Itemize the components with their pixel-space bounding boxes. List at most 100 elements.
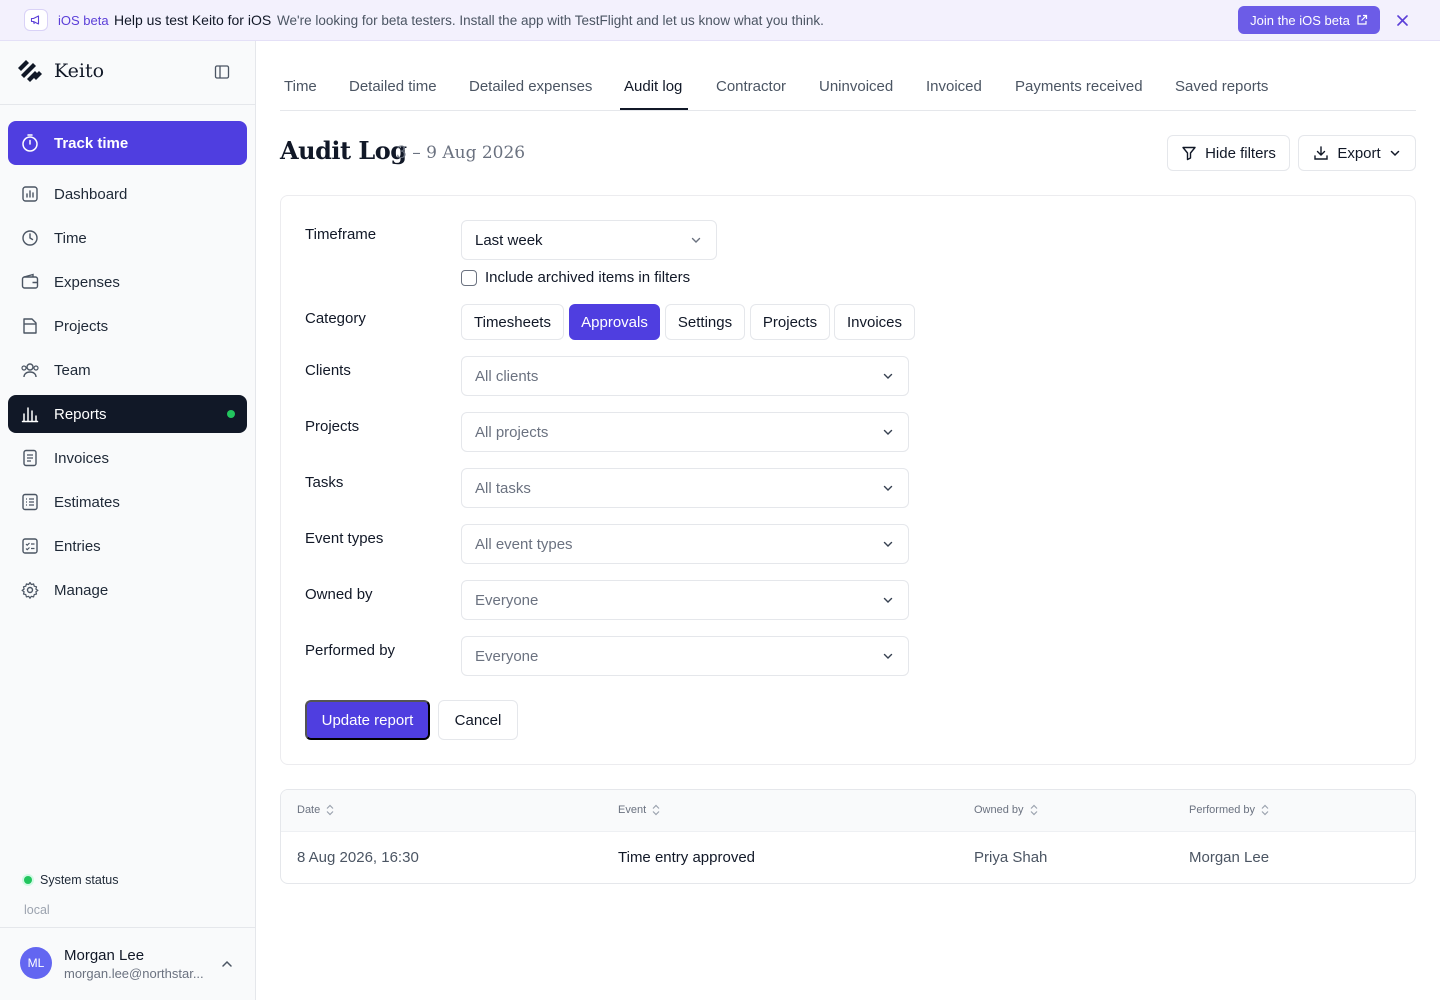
tab-payments-received[interactable]: Payments received	[1015, 78, 1143, 95]
banner-tag: iOS beta	[58, 13, 109, 28]
sort-icon	[1261, 804, 1269, 816]
column-header-label: Owned by	[974, 804, 1024, 816]
sidebar-item-manage[interactable]: Manage	[8, 571, 247, 609]
sidebar-item-invoices[interactable]: Invoices	[8, 439, 247, 477]
sidebar-item-time[interactable]: Time	[8, 219, 247, 257]
sidebar-item-dashboard[interactable]: Dashboard	[8, 175, 247, 213]
category-projects[interactable]: Projects	[750, 304, 830, 340]
tab-uninvoiced[interactable]: Uninvoiced	[819, 78, 893, 95]
chevron-down-icon	[883, 597, 893, 603]
beta-banner: iOS beta Help us test Keito for iOS We'r…	[0, 0, 1440, 41]
team-icon	[20, 360, 40, 380]
sidebar-item-projects[interactable]: Projects	[8, 307, 247, 345]
performed-by-label: Performed by	[305, 642, 396, 659]
chevron-down-icon	[691, 237, 701, 243]
sidebar-item-label: Invoices	[54, 449, 110, 467]
chevron-up-icon[interactable]	[220, 957, 234, 971]
sidebar-item-label: Team	[54, 361, 91, 379]
tab-detailed-time[interactable]: Detailed time	[349, 78, 437, 95]
tab-saved-reports[interactable]: Saved reports	[1175, 78, 1268, 95]
chevron-down-icon	[883, 485, 893, 491]
sidebar-item-team[interactable]: Team	[8, 351, 247, 389]
folder-icon	[20, 316, 40, 336]
banner-title: Help us test Keito for iOS	[114, 12, 272, 28]
projects-select[interactable]: All projects	[461, 412, 909, 452]
clock-icon	[20, 228, 40, 248]
sort-icon	[652, 804, 660, 816]
sidebar-nav: Dashboard Time Expenses Projects Team Re…	[8, 175, 247, 615]
sidebar-toggle-icon[interactable]	[214, 64, 232, 82]
performed-by-select[interactable]: Everyone	[461, 636, 909, 676]
category-settings[interactable]: Settings	[665, 304, 745, 340]
invoice-icon	[20, 448, 40, 468]
sidebar-divider	[0, 104, 255, 105]
category-invoices[interactable]: Invoices	[834, 304, 915, 340]
export-label: Export	[1337, 144, 1381, 162]
include-archived-label[interactable]: Include archived items in filters	[485, 269, 690, 286]
user-name[interactable]: Morgan Lee	[64, 947, 144, 964]
environment-label: local	[24, 903, 50, 917]
brand-name: Keito	[54, 60, 105, 82]
tab-time[interactable]: Time	[284, 78, 317, 95]
join-beta-button[interactable]: Join the iOS beta	[1238, 6, 1380, 34]
category-approvals[interactable]: Approvals	[569, 304, 660, 340]
event-types-label: Event types	[305, 530, 384, 547]
sidebar-item-label: Estimates	[54, 493, 120, 511]
hide-filters-label: Hide filters	[1205, 144, 1276, 162]
date-range: 3 – 9 Aug 2026	[396, 143, 526, 163]
hide-filters-button[interactable]: Hide filters	[1167, 135, 1290, 171]
category-timesheets[interactable]: Timesheets	[461, 304, 564, 340]
export-button[interactable]: Export	[1298, 135, 1416, 171]
cell-performed-by: Morgan Lee	[1189, 849, 1270, 866]
sidebar-item-reports[interactable]: Reports	[8, 395, 247, 433]
owned-by-value: Everyone	[475, 591, 539, 609]
column-header-label: Performed by	[1189, 804, 1256, 816]
column-header-label: Event	[618, 804, 647, 816]
tab-audit-log[interactable]: Audit log	[624, 78, 682, 95]
sidebar-item-label: Expenses	[54, 273, 120, 291]
column-header-event[interactable]: Event	[618, 804, 660, 816]
include-archived-checkbox[interactable]	[461, 270, 477, 286]
chevron-down-icon	[883, 373, 893, 379]
tab-contractor[interactable]: Contractor	[716, 78, 786, 95]
sidebar-item-expenses[interactable]: Expenses	[8, 263, 247, 301]
column-header-owned-by[interactable]: Owned by	[974, 804, 1038, 816]
cell-event: Time entry approved	[618, 849, 756, 866]
gear-icon	[20, 580, 40, 600]
tab-detailed-expenses[interactable]: Detailed expenses	[469, 78, 592, 95]
performed-by-value: Everyone	[475, 647, 539, 665]
clients-select[interactable]: All clients	[461, 356, 909, 396]
join-beta-label: Join the iOS beta	[1250, 12, 1350, 28]
clients-value: All clients	[475, 367, 539, 385]
avatar[interactable]: ML	[20, 947, 52, 979]
sidebar-item-label: Manage	[54, 581, 109, 599]
user-divider	[0, 927, 255, 928]
wallet-icon	[20, 272, 40, 292]
projects-label: Projects	[305, 418, 360, 435]
sidebar: Keito Track time Dashboard Time Expenses…	[0, 41, 256, 1000]
stopwatch-icon	[22, 134, 38, 152]
tasks-select[interactable]: All tasks	[461, 468, 909, 508]
timeframe-select[interactable]: Last week	[461, 220, 717, 260]
tasks-value: All tasks	[475, 479, 531, 497]
tab-invoiced[interactable]: Invoiced	[926, 78, 982, 95]
reports-status-dot	[227, 410, 235, 418]
cancel-button[interactable]: Cancel	[438, 700, 518, 740]
track-time-button[interactable]: Track time	[8, 121, 247, 165]
brand-logo[interactable]: Keito	[16, 57, 104, 85]
sidebar-item-label: Projects	[54, 317, 109, 335]
chevron-down-icon	[883, 429, 893, 435]
list-icon	[20, 492, 40, 512]
event-types-select[interactable]: All event types	[461, 524, 909, 564]
system-status-link[interactable]: System status	[24, 873, 119, 887]
sidebar-item-estimates[interactable]: Estimates	[8, 483, 247, 521]
sidebar-item-entries[interactable]: Entries	[8, 527, 247, 565]
update-report-button[interactable]: Update report	[305, 700, 430, 740]
column-header-performed-by[interactable]: Performed by	[1189, 804, 1269, 816]
close-banner-icon[interactable]	[1394, 12, 1410, 28]
owned-by-select[interactable]: Everyone	[461, 580, 909, 620]
chevron-down-icon	[883, 541, 893, 547]
sidebar-item-label: Time	[54, 229, 87, 247]
megaphone-icon	[24, 9, 48, 31]
column-header-date[interactable]: Date	[297, 804, 334, 816]
